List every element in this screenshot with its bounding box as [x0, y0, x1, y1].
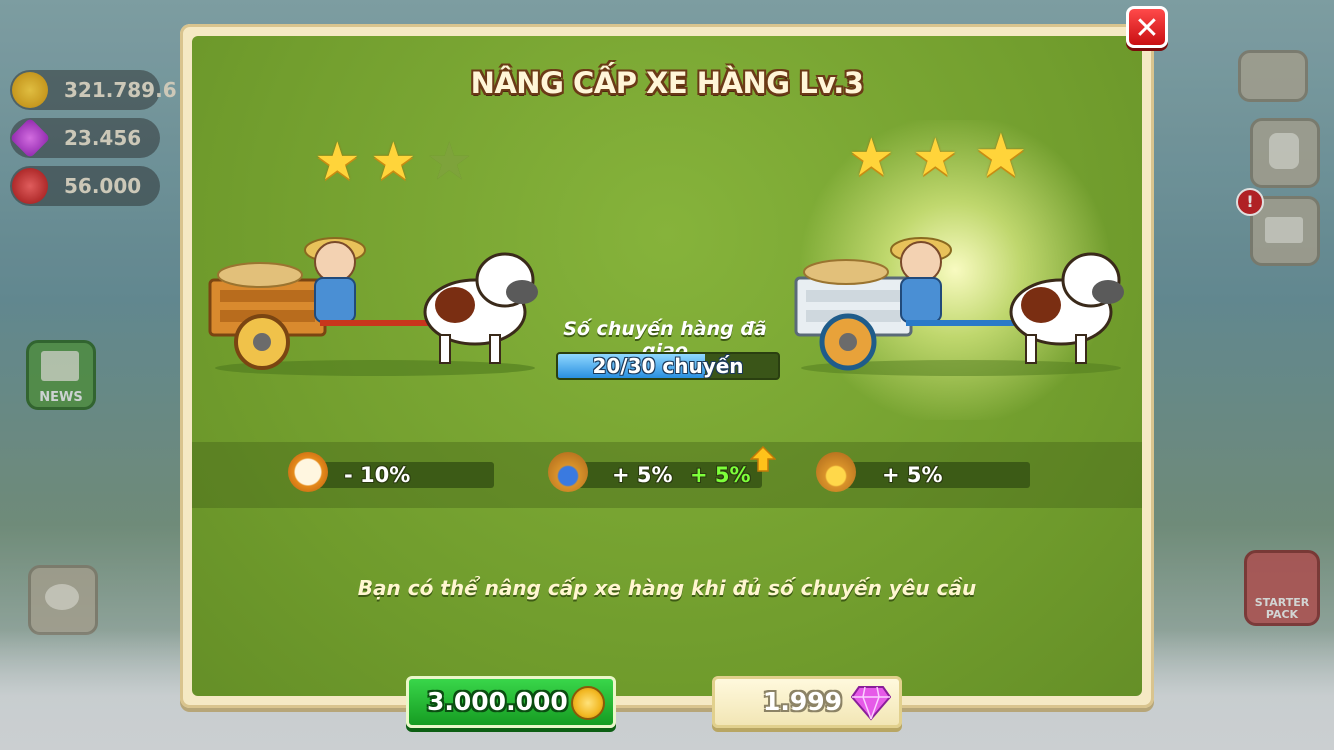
stat-gem-value: + 5% [612, 463, 673, 487]
sack-coin-icon [816, 452, 856, 492]
coin-icon [571, 686, 605, 720]
upgrade-requirement-note: Bạn có thể nâng cấp xe hàng khi đủ số ch… [357, 576, 977, 600]
gem-price: 1.999 [763, 687, 843, 716]
stat-time: - 10% [288, 452, 496, 492]
next-cart-illustration [794, 237, 1124, 376]
stat-coin-bonus: + 5% [816, 452, 1030, 492]
stat-gem-bonus: + 5% + 5% [548, 452, 764, 492]
sack-blue-gem-icon [548, 452, 588, 492]
current-cart-illustration [208, 237, 538, 376]
star-filled-icon: ★ [370, 132, 417, 192]
star-filled-icon: ★ [314, 132, 361, 192]
stat-time-value: - 10% [344, 463, 411, 487]
star-filled-icon: ★ [974, 121, 1028, 191]
upgrade-with-gems-button[interactable]: 1.999 [712, 676, 902, 728]
upgrade-with-coins-button[interactable]: 3.000.000 [406, 676, 616, 728]
star-empty-icon: ★ [426, 132, 473, 192]
upgrade-arrow-icon [750, 446, 776, 472]
stat-gem-bonus-value: + 5% [690, 463, 751, 487]
stopwatch-icon [288, 452, 328, 492]
delivery-progress-bar: 20/30 chuyến [556, 352, 780, 380]
coin-price: 3.000.000 [427, 687, 568, 716]
close-button[interactable]: ✕ [1126, 6, 1168, 48]
gem-icon [851, 686, 891, 721]
star-filled-icon: ★ [848, 128, 895, 188]
star-filled-icon: ★ [912, 128, 959, 188]
progress-text: 20/30 chuyến [592, 354, 744, 378]
stat-coin-value: + 5% [882, 463, 943, 487]
dialog-title: NÂNG CẤP XE HÀNG Lv.3 [470, 66, 864, 100]
